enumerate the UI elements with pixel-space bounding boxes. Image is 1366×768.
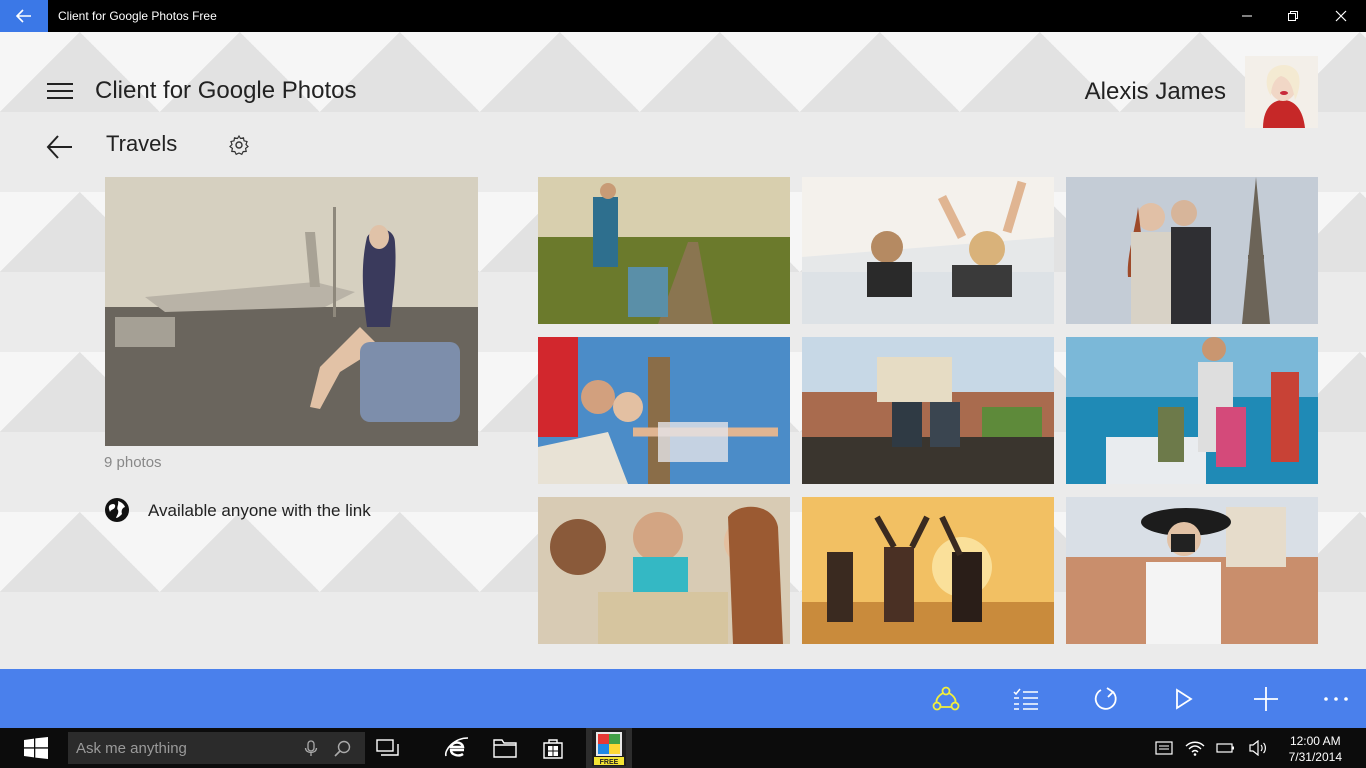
photo-tile[interactable] (538, 177, 790, 324)
restore-button[interactable] (1270, 0, 1316, 32)
share-button[interactable] (926, 679, 966, 719)
photo-tile[interactable] (802, 337, 1054, 484)
photo-tile[interactable] (802, 497, 1054, 644)
more-icon (1324, 697, 1348, 701)
microphone-icon[interactable] (304, 740, 318, 757)
clock-time: 12:00 AM (1289, 734, 1341, 748)
battery-icon (1216, 743, 1234, 753)
windows-logo-icon (24, 737, 48, 759)
notifications-icon (1155, 741, 1173, 755)
add-button[interactable] (1246, 679, 1286, 719)
clock[interactable]: 12:00 AM 7/31/2014 (1289, 733, 1342, 765)
refresh-icon (1094, 687, 1117, 710)
gear-icon (229, 134, 249, 156)
photo-tile[interactable] (538, 497, 790, 644)
minimize-icon (1242, 15, 1252, 17)
sharing-label: Available anyone with the link (148, 501, 371, 520)
action-center-button[interactable] (1153, 738, 1175, 758)
photo-count: 9 photos (104, 454, 162, 471)
photo-eiffel (1066, 177, 1318, 324)
battery-button[interactable] (1215, 738, 1237, 758)
photo-tile[interactable] (1066, 337, 1318, 484)
more-button[interactable] (1316, 679, 1356, 719)
edge-browser-button[interactable] (442, 734, 472, 762)
select-icon (1013, 688, 1038, 710)
photo-camera-woman (1066, 497, 1318, 644)
network-button[interactable] (1184, 738, 1206, 758)
task-view-icon (376, 739, 399, 756)
minimize-button[interactable] (1224, 0, 1270, 32)
menu-button[interactable] (47, 83, 73, 101)
photo-tile[interactable] (802, 177, 1054, 324)
photo-bigben (538, 337, 790, 484)
folder-icon (493, 739, 517, 758)
globe-icon (105, 498, 129, 522)
user-name[interactable]: Alexis James (1085, 78, 1226, 106)
volume-button[interactable] (1247, 738, 1269, 758)
photo-sunset-dance (802, 497, 1054, 644)
search-icon[interactable] (334, 740, 351, 757)
app-tile-icon: FREE (592, 730, 626, 766)
title-bar: Client for Google Photos Free (0, 0, 1366, 32)
album-settings-button[interactable] (228, 134, 250, 156)
photo-tile[interactable] (1066, 177, 1318, 324)
sharing-status (104, 497, 130, 523)
internet-explorer-icon (444, 737, 469, 757)
album-title: Travels (106, 131, 178, 156)
photo-convertible (802, 177, 1054, 324)
photo-friends-map (538, 497, 790, 644)
window-title: Client for Google Photos Free (58, 9, 217, 23)
app-badge: FREE (600, 759, 619, 766)
app-title: Client for Google Photos (95, 77, 357, 104)
taskbar-app-google-photos[interactable]: FREE (586, 728, 632, 768)
search-box[interactable]: Ask me anything (68, 732, 365, 764)
refresh-button[interactable] (1086, 679, 1126, 719)
clock-date: 7/31/2014 (1288, 750, 1342, 764)
avatar-image (1245, 56, 1318, 128)
select-button[interactable] (1006, 679, 1046, 719)
share-icon (932, 686, 960, 711)
speaker-icon (1249, 740, 1266, 756)
wifi-icon (1185, 741, 1205, 756)
back-arrow-icon (16, 9, 31, 23)
cover-image (105, 177, 478, 446)
add-icon (1254, 687, 1278, 711)
store-button[interactable] (538, 734, 568, 762)
window-back-button[interactable] (0, 0, 48, 32)
avatar[interactable] (1245, 56, 1318, 128)
photo-hikers (538, 177, 790, 324)
task-view-button[interactable] (373, 734, 403, 762)
photo-rooftop (802, 337, 1054, 484)
file-explorer-button[interactable] (490, 734, 520, 762)
photo-tile[interactable] (1066, 497, 1318, 644)
restore-icon (1288, 11, 1298, 21)
slideshow-button[interactable] (1164, 679, 1204, 719)
close-icon (1335, 10, 1347, 22)
app-command-bar (0, 669, 1366, 728)
taskbar: Ask me anything FREE 12:00 AM 7/31/2014 (0, 728, 1366, 768)
photo-tile[interactable] (538, 337, 790, 484)
search-placeholder: Ask me anything (76, 740, 187, 757)
start-button[interactable] (24, 737, 48, 759)
back-arrow-icon (46, 135, 72, 159)
store-icon (543, 739, 563, 759)
close-button[interactable] (1318, 0, 1364, 32)
album-back-button[interactable] (46, 134, 74, 160)
play-icon (1176, 688, 1193, 710)
photo-family-beach (1066, 337, 1318, 484)
album-cover-photo[interactable] (105, 177, 478, 446)
